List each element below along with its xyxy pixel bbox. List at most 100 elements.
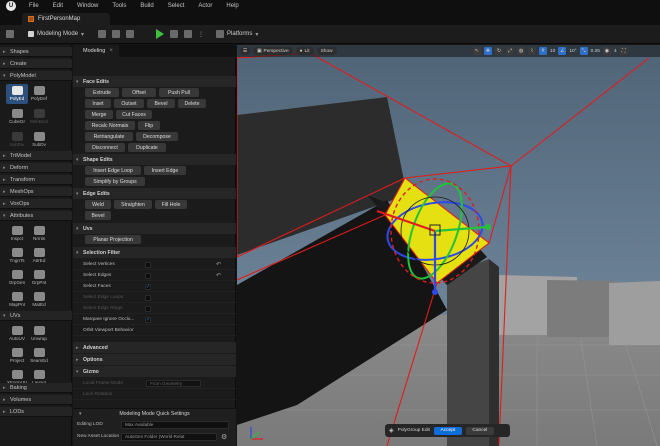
outset-button[interactable]: Outset	[114, 99, 144, 108]
tool-polyed[interactable]: PolyEd	[6, 84, 28, 104]
flip-button[interactable]: Flip	[138, 121, 160, 130]
section-advanced[interactable]: Advanced	[73, 342, 236, 353]
fill-hole-button[interactable]: Fill Hole	[155, 200, 187, 209]
tool-subdiv[interactable]: SubDiv	[6, 130, 28, 150]
gear-icon[interactable]: ⚙	[221, 433, 227, 441]
add-actor-button[interactable]	[112, 30, 121, 38]
tool-attred[interactable]: AttrEd	[28, 246, 50, 266]
category-deform[interactable]: Deform	[0, 163, 72, 173]
lit-button[interactable]: ● Lit	[295, 47, 314, 55]
reset-arrow-icon[interactable]: ↶	[216, 272, 221, 279]
menu-edit[interactable]: Edit	[46, 0, 70, 12]
merge-button[interactable]: Merge	[85, 110, 113, 119]
menu-file[interactable]: File	[22, 0, 46, 12]
select-edges-checkbox[interactable]	[145, 273, 151, 279]
level-tab[interactable]: FirstPersonMap	[22, 13, 110, 25]
section-options[interactable]: Options	[73, 354, 236, 365]
rotation-snap-icon[interactable]: ∠	[558, 47, 567, 55]
decompose-button[interactable]: Decompose	[136, 132, 178, 141]
scale-icon[interactable]: ⤢	[506, 47, 514, 55]
tool-normals[interactable]: Nrmls	[28, 224, 50, 244]
straighten-button[interactable]: Straighten	[114, 200, 152, 209]
unreal-logo-icon[interactable]: U	[6, 1, 16, 11]
planar-projection-button[interactable]: Planar Projection	[85, 235, 141, 244]
category-meshops[interactable]: MeshOps	[0, 187, 72, 197]
select-vertices-checkbox[interactable]	[145, 262, 151, 268]
show-button[interactable]: Show	[316, 47, 337, 55]
delete-button[interactable]: Delete	[178, 99, 206, 108]
cancel-button[interactable]: Cancel	[465, 426, 494, 435]
category-trimodel[interactable]: TriModel	[0, 151, 72, 161]
category-volumes[interactable]: Volumes	[0, 395, 72, 405]
level-viewport[interactable]: ☰ ▣ Perspective ● Lit Show ↖ ✥ ↻ ⤢ ◍ ⌇ #…	[237, 45, 660, 446]
editing-lod-dropdown[interactable]: Max Available	[121, 421, 229, 429]
perspective-button[interactable]: ▣ Perspective	[253, 47, 293, 55]
section-uvs[interactable]: Uvs	[73, 223, 236, 234]
offset-button[interactable]: Offset	[122, 88, 156, 97]
tool-autouv[interactable]: AutoUV	[6, 324, 28, 344]
cut-faces-button[interactable]: Cut Faces	[116, 110, 152, 119]
orbit-viewport-behavior-row[interactable]: Orbit Viewport Behavior	[73, 325, 236, 336]
tool-tangents[interactable]: TngnTs	[6, 246, 28, 266]
blueprint-button[interactable]	[98, 30, 107, 38]
grid-snap-icon[interactable]: #	[539, 47, 547, 55]
mode-selector[interactable]: Modeling Mode ▾	[28, 31, 84, 38]
bevel-button[interactable]: Bevel	[147, 99, 175, 108]
marquee-ignore-occlusion-checkbox[interactable]: ✓	[145, 317, 151, 323]
category-shapes[interactable]: Shapes	[0, 47, 72, 57]
insert-edge-button[interactable]: Insert Edge	[144, 166, 186, 175]
tool-grpgen[interactable]: GrpGen	[6, 268, 28, 288]
select-edge-loops-checkbox[interactable]	[145, 295, 151, 301]
reset-arrow-icon[interactable]: ↶	[216, 261, 221, 268]
section-edge-edits[interactable]: Edge Edits	[73, 188, 236, 199]
menu-select[interactable]: Select	[161, 0, 192, 12]
category-create[interactable]: Create	[0, 59, 72, 69]
tool-polydef[interactable]: PolyDef	[28, 84, 50, 104]
tool-subdv[interactable]: SubDv	[28, 130, 50, 150]
camera-speed-value[interactable]: 4	[614, 49, 617, 54]
rotation-snap-value[interactable]: 10°	[569, 49, 576, 54]
category-baking[interactable]: Baking	[0, 383, 72, 393]
push-pull-button[interactable]: Push Pull	[159, 88, 199, 97]
insert-edge-loop-button[interactable]: Insert Edge Loop	[85, 166, 141, 175]
chevron-down-icon[interactable]: ▾	[79, 411, 82, 417]
disconnect-button[interactable]: Disconnect	[85, 143, 125, 152]
translate-icon[interactable]: ✥	[484, 47, 492, 55]
tool-meshbool[interactable]: MshBool	[28, 107, 50, 127]
viewport-options-button[interactable]: ☰	[240, 47, 250, 55]
simplify-by-groups-button[interactable]: Simplify by Groups	[85, 177, 145, 186]
select-faces-checkbox[interactable]: ✓	[145, 284, 151, 290]
category-polymodel[interactable]: PolyModel	[0, 71, 72, 81]
category-voxops[interactable]: VoxOps	[0, 199, 72, 209]
viewport-scene[interactable]	[237, 45, 660, 446]
select-edge-rings-checkbox[interactable]	[145, 306, 151, 312]
close-icon[interactable]: ×	[109, 48, 113, 54]
camera-speed-icon[interactable]: ◉	[602, 47, 611, 55]
menu-tools[interactable]: Tools	[105, 0, 133, 12]
category-attributes[interactable]: Attributes	[0, 211, 72, 221]
retriangulate-button[interactable]: Retriangulate	[85, 132, 133, 141]
accept-button[interactable]: Accept	[433, 426, 462, 435]
tool-inspect[interactable]: Inspct	[6, 224, 28, 244]
select-mode-icon[interactable]: ↖	[473, 47, 481, 55]
tool-mappnt[interactable]: MapPnt	[6, 290, 28, 310]
new-asset-location-dropdown[interactable]: AutoGen Folder (World-Relat	[121, 433, 217, 441]
category-uvs[interactable]: UVs	[0, 311, 72, 321]
world-local-icon[interactable]: ◍	[517, 47, 525, 55]
weld-button[interactable]: Weld	[85, 200, 111, 209]
menu-help[interactable]: Help	[219, 0, 245, 12]
menu-actor[interactable]: Actor	[191, 0, 219, 12]
platforms-button[interactable]: Platforms ▾	[216, 30, 258, 38]
grid-snap-value[interactable]: 10	[550, 49, 555, 54]
surface-snap-icon[interactable]: ⌇	[528, 47, 536, 55]
section-shape-edits[interactable]: Shape Edits	[73, 154, 236, 165]
save-button[interactable]	[6, 30, 14, 38]
recalc-normals-button[interactable]: Recalc Normals	[85, 121, 135, 130]
scale-snap-value[interactable]: 0.25	[591, 49, 600, 54]
tool-project[interactable]: Project	[6, 346, 28, 366]
play-button[interactable]	[156, 29, 165, 39]
section-face-edits[interactable]: Face Edits	[73, 76, 236, 87]
stop-button[interactable]	[184, 30, 193, 38]
category-transform[interactable]: Transform	[0, 175, 72, 185]
tool-seamed[interactable]: SeamEd	[28, 346, 50, 366]
